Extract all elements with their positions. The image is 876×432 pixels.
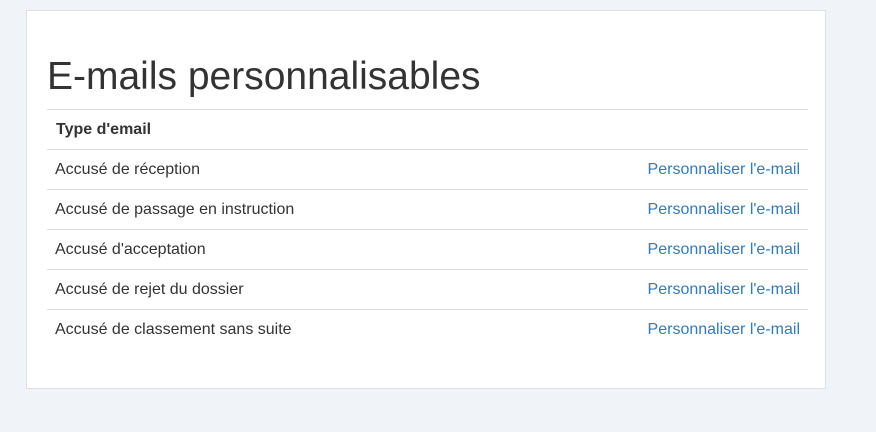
email-type-cell: Accusé de passage en instruction (47, 189, 506, 230)
customize-email-link[interactable]: Personnaliser l'e-mail (648, 161, 800, 178)
action-cell: Personnaliser l'e-mail (505, 269, 808, 310)
table-row: Accusé d'acceptation Personnaliser l'e-m… (47, 229, 808, 270)
email-type-cell: Accusé de réception (47, 149, 506, 190)
table-row: Accusé de classement sans suite Personna… (47, 309, 808, 349)
table-row: Accusé de réception Personnaliser l'e-ma… (47, 149, 808, 190)
page-title: E-mails personnalisables (47, 55, 481, 98)
customize-email-link[interactable]: Personnaliser l'e-mail (648, 241, 800, 258)
emails-panel: E-mails personnalisables Type d'email Ac… (26, 10, 826, 389)
action-cell: Personnaliser l'e-mail (505, 229, 808, 270)
table-row: Accusé de rejet du dossier Personnaliser… (47, 269, 808, 310)
action-cell: Personnaliser l'e-mail (505, 149, 808, 190)
email-types-table: Type d'email Accusé de réception Personn… (47, 109, 808, 349)
customize-email-link[interactable]: Personnaliser l'e-mail (648, 201, 800, 218)
email-type-cell: Accusé de rejet du dossier (47, 269, 506, 310)
column-header-email-type: Type d'email (47, 109, 506, 150)
action-cell: Personnaliser l'e-mail (505, 309, 808, 349)
table-row: Accusé de passage en instruction Personn… (47, 189, 808, 230)
action-cell: Personnaliser l'e-mail (505, 189, 808, 230)
table-header-row: Type d'email (47, 109, 808, 150)
email-type-cell: Accusé de classement sans suite (47, 309, 506, 349)
column-header-action (505, 109, 808, 150)
email-type-cell: Accusé d'acceptation (47, 229, 506, 270)
customize-email-link[interactable]: Personnaliser l'e-mail (648, 321, 800, 338)
customize-email-link[interactable]: Personnaliser l'e-mail (648, 281, 800, 298)
